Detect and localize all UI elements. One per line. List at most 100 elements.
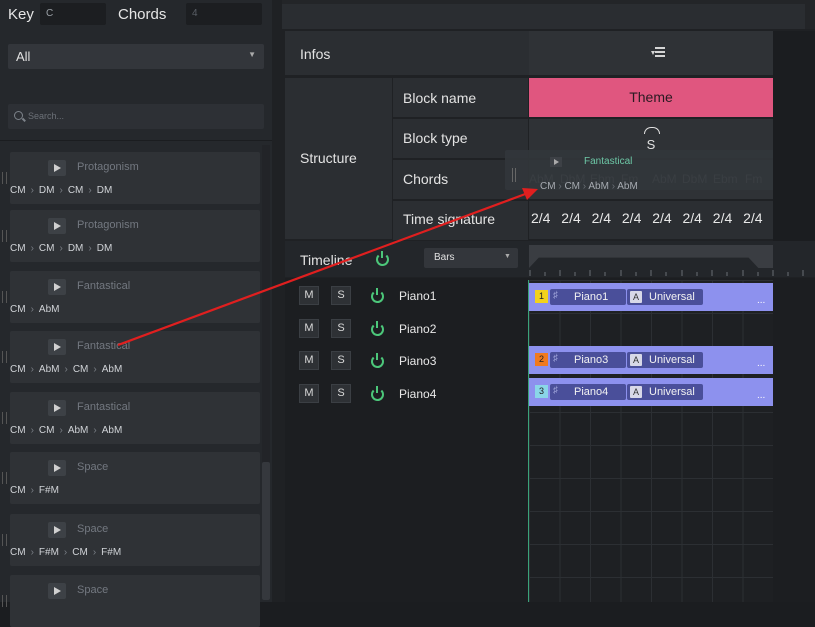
timeline-grid[interactable]: [529, 280, 773, 602]
drag-grip-icon[interactable]: [2, 534, 7, 546]
track-name[interactable]: Piano1: [399, 289, 436, 303]
solo-button[interactable]: S: [331, 383, 351, 403]
chord-chip: CM: [10, 425, 26, 436]
time-signature-cell-value[interactable]: 2/4: [652, 210, 671, 226]
progression-card[interactable]: Fantastical CM › AbM › CM › AbM: [2, 331, 260, 383]
progression-card[interactable]: Protagonism CM › CM › DM › DM: [2, 210, 260, 262]
play-button[interactable]: [48, 460, 66, 476]
clip-more-button[interactable]: ...: [757, 390, 765, 401]
playhead-line: [528, 280, 529, 602]
instrument-name: Universal: [649, 386, 695, 398]
progression-card[interactable]: Fantastical CM › CM › AbM › AbM: [2, 392, 260, 444]
chevron-right-icon: ›: [63, 547, 68, 558]
timeline-power-icon[interactable]: [376, 251, 389, 266]
category-filter-select[interactable]: All ▼: [8, 44, 264, 69]
key-input[interactable]: C: [40, 3, 106, 25]
timeline-clip[interactable]: 2 ♯ Piano3 A Universal...: [529, 346, 773, 374]
chevron-down-icon: ▼: [248, 50, 256, 59]
track-power-icon[interactable]: [371, 353, 384, 368]
chevron-right-icon: ›: [92, 547, 97, 558]
chevron-right-icon: ›: [59, 185, 63, 196]
block-name-value: Theme: [629, 89, 673, 105]
clip-track-name: Piano3: [574, 354, 609, 366]
play-button[interactable]: [48, 522, 66, 538]
progression-chords: CM › CM › AbM › AbM: [10, 425, 122, 436]
drag-grip-icon[interactable]: [2, 230, 7, 242]
mute-button[interactable]: M: [299, 286, 319, 305]
mute-button[interactable]: M: [299, 318, 319, 338]
progression-card[interactable]: Space CM › F#M: [2, 452, 260, 504]
solo-button[interactable]: S: [331, 351, 351, 370]
track-name[interactable]: Piano2: [399, 322, 436, 336]
chord-chip: DM: [96, 243, 113, 254]
track-power-icon[interactable]: [371, 320, 384, 336]
clip-more-button[interactable]: ...: [757, 295, 765, 306]
scrollbar-thumb[interactable]: [262, 462, 270, 600]
drag-grip-icon[interactable]: [2, 351, 7, 363]
play-button[interactable]: [48, 339, 66, 355]
track-power-icon[interactable]: [371, 385, 384, 401]
sharp-icon: ♯: [553, 385, 558, 396]
chord-chip: DM: [67, 243, 84, 254]
timeline-clip[interactable]: 1 ♯ Piano1 A Universal...: [529, 283, 773, 311]
chevron-right-icon: ›: [30, 485, 34, 496]
play-button[interactable]: [48, 400, 66, 416]
time-signature-cell-value[interactable]: 2/4: [592, 210, 611, 226]
solo-button[interactable]: S: [331, 286, 351, 305]
timeline-clip[interactable]: 3 ♯ Piano4 A Universal...: [529, 378, 773, 406]
clip-number: 1: [535, 290, 548, 303]
bars-select-value: Bars: [434, 252, 455, 263]
play-button[interactable]: [48, 279, 66, 295]
time-signature-cell-value[interactable]: 2/4: [622, 210, 641, 226]
timeline-label: Timeline: [300, 252, 353, 268]
chords-count-input[interactable]: 4: [186, 3, 262, 25]
chord-chip: AbM: [67, 425, 89, 436]
play-button[interactable]: [48, 583, 66, 599]
time-signature-cell-value[interactable]: 2/4: [561, 210, 580, 226]
drag-grip-icon[interactable]: [2, 172, 7, 184]
chord-chip: F#M: [38, 547, 59, 558]
chord-chip: CM: [564, 181, 581, 192]
clip-track-label: ♯ Piano1: [550, 289, 626, 305]
progression-card[interactable]: Fantastical CM › AbM: [2, 271, 260, 323]
arc-icon: [644, 127, 660, 134]
progression-name: Protagonism: [77, 219, 139, 231]
time-signature-cell-value[interactable]: 2/4: [531, 210, 550, 226]
time-signature-cell-value[interactable]: 2/4: [743, 210, 762, 226]
time-signature-cell-value[interactable]: 2/4: [713, 210, 732, 226]
drag-grip-icon[interactable]: [2, 472, 7, 484]
chevron-right-icon: ›: [30, 547, 34, 558]
instrument-badge: A: [630, 291, 642, 303]
progression-card[interactable]: Space: [2, 575, 260, 627]
progression-card[interactable]: Space CM › F#M › CM › F#M: [2, 514, 260, 566]
ruler-ticks: [529, 270, 804, 276]
track-name[interactable]: Piano3: [399, 354, 436, 368]
chevron-right-icon: ›: [59, 425, 63, 436]
solo-button[interactable]: S: [331, 318, 351, 338]
chord-chip: CM: [10, 243, 26, 254]
drag-grip-icon[interactable]: [2, 595, 7, 607]
chevron-right-icon: ›: [30, 243, 34, 254]
search-input[interactable]: Search...: [8, 104, 264, 129]
track-power-icon[interactable]: [371, 288, 384, 303]
drag-grip-icon[interactable]: [2, 291, 7, 303]
progression-chords: CM › CM › DM › DM: [10, 243, 112, 254]
progression-name: Space: [77, 461, 109, 473]
filter-value: All: [16, 49, 31, 64]
sharp-icon: ♯: [553, 290, 558, 301]
time-signature-cell-value[interactable]: 2/4: [683, 210, 702, 226]
play-button[interactable]: [48, 160, 66, 176]
track-name[interactable]: Piano4: [399, 387, 436, 401]
play-button[interactable]: [48, 218, 66, 234]
drag-grip-icon[interactable]: [2, 412, 7, 424]
block-name-label: Block name: [403, 90, 477, 106]
progression-card[interactable]: Protagonism CM › DM › CM › DM: [2, 152, 260, 204]
list-menu-icon[interactable]: [651, 47, 665, 59]
sharp-icon: ♯: [553, 353, 558, 364]
chord-chip: CM: [72, 547, 88, 558]
mute-button[interactable]: M: [299, 351, 319, 370]
clip-more-button[interactable]: ...: [757, 358, 765, 369]
mute-button[interactable]: M: [299, 383, 319, 403]
progression-chords: CM › DM › CM › DM: [10, 185, 112, 196]
top-toolbar: [282, 4, 805, 29]
